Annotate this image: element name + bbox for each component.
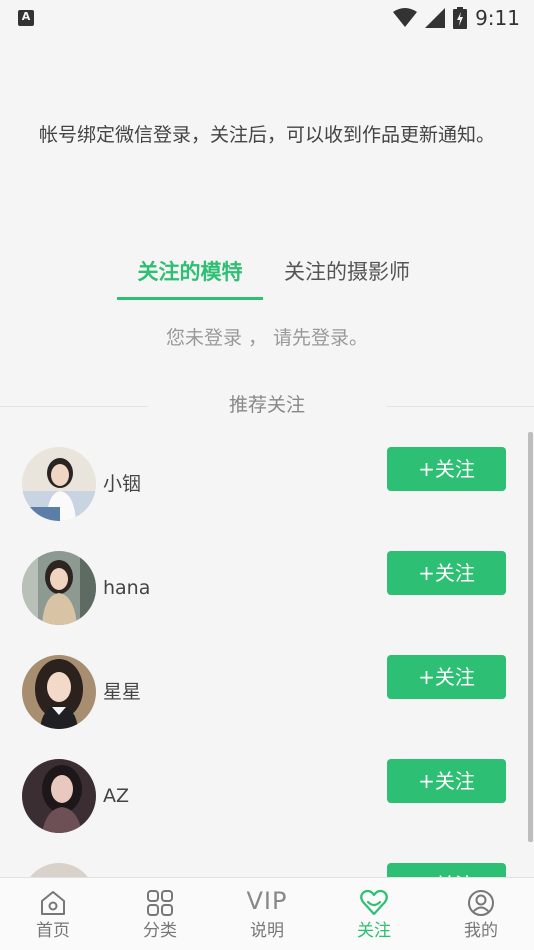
battery-icon [453, 7, 468, 29]
avatar[interactable] [22, 863, 96, 878]
grid-icon [147, 890, 173, 916]
nav-label: 首页 [36, 921, 70, 941]
cellular-signal-icon [425, 8, 446, 28]
nav-label: 说明 [250, 921, 284, 941]
tab-followed-photographers[interactable]: 关注的摄影师 [266, 252, 428, 300]
list-item[interactable]: AZ +关注 [0, 744, 520, 848]
follow-button[interactable]: +关注 [387, 759, 506, 803]
login-hint[interactable]: 您未登录 ， 请先登录。 [0, 324, 534, 352]
follow-button[interactable]: +关注 [387, 447, 506, 491]
follow-screen: A 9:11 帐号绑定微信登录，关注后，可以收到作品更新通知。 关注的模特 关注… [0, 0, 534, 950]
list-item[interactable]: +关注 [0, 848, 520, 878]
nav-instructions[interactable]: VIP 说明 [214, 878, 320, 950]
model-name[interactable]: 星星 [103, 678, 141, 706]
wifi-icon [393, 8, 418, 27]
status-time: 9:11 [475, 6, 520, 30]
model-name[interactable]: AZ [103, 782, 129, 810]
avatar[interactable] [22, 447, 96, 521]
bottom-nav: 首页 分类 VIP 说明 关注 我的 [0, 877, 534, 950]
wechat-login-notice: 帐号绑定微信登录，关注后，可以收到作品更新通知。 [38, 124, 495, 146]
scrollbar[interactable] [528, 432, 533, 842]
nav-category[interactable]: 分类 [107, 878, 213, 950]
tab-followed-models[interactable]: 关注的模特 [117, 252, 263, 300]
avatar[interactable] [22, 655, 96, 729]
nav-home[interactable]: 首页 [0, 878, 106, 950]
follow-button[interactable]: +关注 [387, 863, 506, 878]
vip-icon: VIP [246, 887, 288, 915]
recommend-title: 推荐关注 [228, 394, 305, 416]
model-name[interactable]: 小铟 [103, 470, 141, 498]
divider [386, 406, 534, 407]
list-item[interactable]: 小铟 +关注 [0, 432, 520, 536]
user-icon [468, 890, 494, 916]
recommend-list[interactable]: 小铟 +关注 hana +关注 星星 +关注 AZ +关注 [0, 432, 534, 878]
recommend-header: 推荐关注 [0, 390, 534, 420]
active-tab-indicator [117, 297, 263, 300]
list-item[interactable]: hana +关注 [0, 536, 520, 640]
status-bar: A 9:11 [0, 0, 534, 36]
model-name[interactable]: hana [103, 574, 150, 602]
nav-label: 关注 [357, 921, 391, 941]
nav-label: 分类 [143, 921, 177, 941]
follow-button[interactable]: +关注 [387, 551, 506, 595]
app-notification-icon: A [18, 10, 34, 26]
avatar[interactable] [22, 551, 96, 625]
nav-mine[interactable]: 我的 [428, 878, 534, 950]
follow-tabs: 关注的模特 关注的摄影师 [0, 252, 534, 304]
nav-follow[interactable]: 关注 [321, 878, 427, 950]
avatar[interactable] [22, 759, 96, 833]
nav-label: 我的 [464, 921, 498, 941]
follow-button[interactable]: +关注 [387, 655, 506, 699]
heart-icon [360, 889, 388, 916]
status-indicators: 9:11 [393, 6, 520, 30]
home-icon [41, 891, 65, 915]
list-item[interactable]: 星星 +关注 [0, 640, 520, 744]
